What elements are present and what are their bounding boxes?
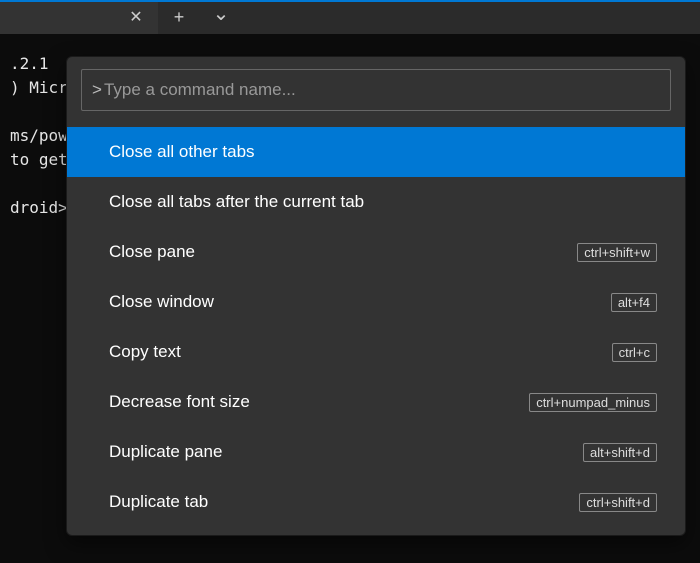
new-tab-button[interactable]: + (158, 0, 200, 34)
command-item[interactable]: Close window alt+f4 (67, 277, 685, 327)
command-shortcut: ctrl+shift+w (577, 243, 657, 262)
search-prefix: > (92, 80, 102, 100)
command-shortcut: ctrl+c (612, 343, 657, 362)
command-item[interactable]: Decrease font size ctrl+numpad_minus (67, 377, 685, 427)
command-label: Decrease font size (109, 392, 250, 412)
command-item[interactable]: Copy text ctrl+c (67, 327, 685, 377)
active-tab[interactable]: ✕ (0, 0, 158, 34)
chevron-down-icon: ⌄ (213, 1, 230, 26)
titlebar: ✕ + ⌄ (0, 0, 700, 34)
command-shortcut: ctrl+numpad_minus (529, 393, 657, 412)
command-shortcut: alt+shift+d (583, 443, 657, 462)
tab-dropdown-button[interactable]: ⌄ (200, 0, 242, 34)
close-icon: ✕ (129, 7, 142, 27)
command-label: Duplicate pane (109, 442, 222, 462)
command-label: Duplicate tab (109, 492, 208, 512)
plus-icon: + (174, 7, 185, 28)
close-tab-button[interactable]: ✕ (122, 3, 150, 31)
command-label: Close all other tabs (109, 142, 255, 162)
command-search-input[interactable] (104, 80, 660, 100)
command-label: Close all tabs after the current tab (109, 192, 364, 212)
command-label: Close pane (109, 242, 195, 262)
command-item[interactable]: Close all other tabs (67, 127, 685, 177)
command-label: Close window (109, 292, 214, 312)
command-item[interactable]: Close pane ctrl+shift+w (67, 227, 685, 277)
command-item[interactable]: Duplicate pane alt+shift+d (67, 427, 685, 477)
command-search[interactable]: > (81, 69, 671, 111)
command-list: Close all other tabs Close all tabs afte… (67, 127, 685, 527)
command-palette: > Close all other tabs Close all tabs af… (66, 56, 686, 536)
command-item[interactable]: Duplicate tab ctrl+shift+d (67, 477, 685, 527)
command-label: Copy text (109, 342, 181, 362)
titlebar-accent (0, 0, 700, 2)
command-item[interactable]: Close all tabs after the current tab (67, 177, 685, 227)
command-shortcut: ctrl+shift+d (579, 493, 657, 512)
command-shortcut: alt+f4 (611, 293, 657, 312)
